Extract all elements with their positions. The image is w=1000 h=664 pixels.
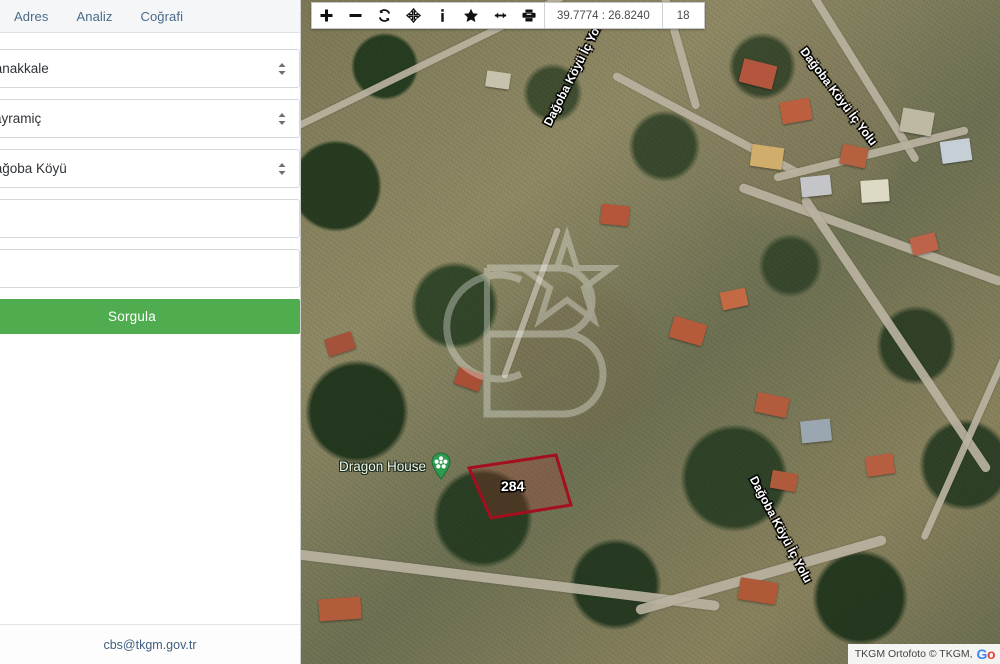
zoom-out-button[interactable]: [341, 3, 370, 28]
ilce-select[interactable]: Bayramiç: [0, 99, 300, 138]
map-viewport[interactable]: Dağoba Köyü İç Yolu Dağoba Köyü İç Yolu …: [301, 0, 1000, 664]
google-logo: Go: [976, 646, 996, 662]
print-button[interactable]: [515, 3, 544, 28]
panel-form: Çanakkale Bayramiç: [0, 33, 300, 624]
minus-icon: [349, 14, 361, 17]
il-select[interactable]: Çanakkale: [0, 49, 300, 88]
measure-button[interactable]: [486, 3, 515, 28]
field-row-ada: [0, 199, 300, 238]
star-icon: [464, 8, 478, 22]
field-row-parsel: [0, 249, 300, 288]
info-button[interactable]: [428, 3, 457, 28]
map-toolbar: 39.7774 : 26.8240 18: [311, 2, 705, 29]
refresh-button[interactable]: [370, 3, 399, 28]
attribution-text: TKGM Ortofoto © TKGM,: [854, 648, 973, 660]
tab-adres[interactable]: Adres: [6, 5, 62, 28]
field-row-ilce: Bayramiç: [0, 99, 300, 138]
chevron-updown-icon: [277, 161, 287, 177]
field-row-mahalle: Dağoba Köyü: [0, 149, 300, 188]
contact-email-link[interactable]: cbs@tkgm.gov.tr: [103, 638, 196, 652]
field-row-il: Çanakkale: [0, 49, 300, 88]
printer-icon: [522, 9, 536, 22]
pan-button[interactable]: [399, 3, 428, 28]
chevron-updown-icon: [277, 111, 287, 127]
query-button-row: Sorgula: [0, 299, 300, 334]
parcel-polygon[interactable]: [301, 0, 1000, 664]
parsel-input[interactable]: [0, 249, 300, 288]
panel-footer: cbs@tkgm.gov.tr: [0, 624, 300, 664]
mahalle-select-value: Dağoba Köyü: [0, 161, 67, 176]
move-icon: [405, 8, 421, 23]
tab-analiz[interactable]: Analiz: [62, 5, 126, 28]
query-panel: Adres Analiz Coğrafi Çanakkale: [0, 0, 301, 664]
panel-tab-bar: Adres Analiz Coğrafi: [0, 0, 300, 33]
coordinate-readout: 39.7774 : 26.8240: [557, 9, 650, 22]
tab-cografi[interactable]: Coğrafi: [126, 5, 197, 28]
chevron-updown-icon: [277, 61, 287, 77]
measure-icon: [494, 12, 506, 19]
map-attribution: TKGM Ortofoto © TKGM, Go: [847, 644, 1000, 664]
mahalle-select[interactable]: Dağoba Köyü: [0, 149, 300, 188]
zoom-in-button[interactable]: [312, 3, 341, 28]
zoom-level-readout: 18: [676, 9, 690, 22]
info-icon: [440, 9, 444, 22]
app-root: Adres Analiz Coğrafi Çanakkale: [0, 0, 1000, 664]
il-select-value: Çanakkale: [0, 61, 49, 76]
plus-icon: [320, 9, 332, 22]
refresh-icon: [378, 9, 390, 22]
sorgula-button[interactable]: Sorgula: [0, 299, 300, 334]
ilce-select-value: Bayramiç: [0, 111, 42, 126]
favorite-button[interactable]: [457, 3, 486, 28]
ada-input[interactable]: [0, 199, 300, 238]
